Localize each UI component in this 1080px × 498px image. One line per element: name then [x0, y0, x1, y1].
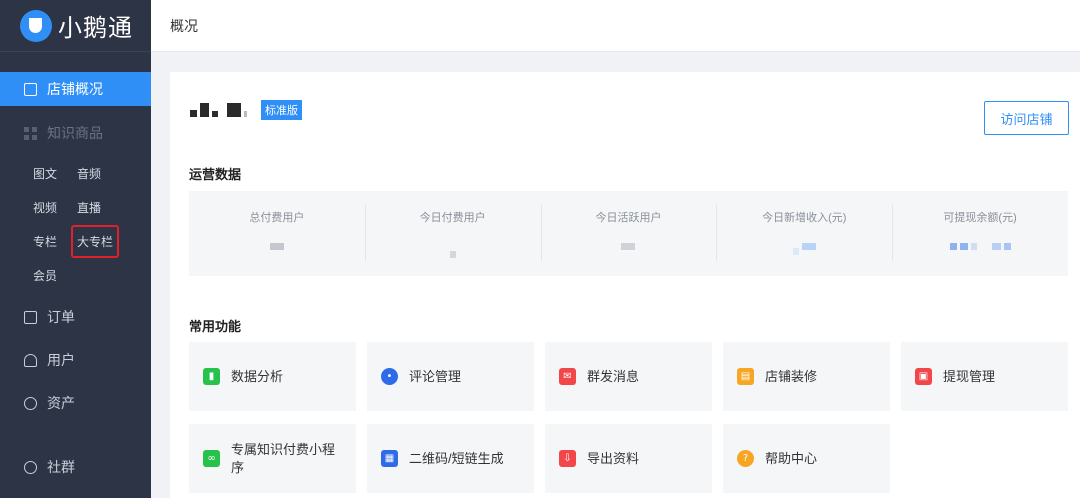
- stat-today-revenue: 今日新增收入(元): [716, 191, 892, 276]
- sub-row: 图文 音频: [0, 156, 151, 190]
- stat-today-active-users: 今日活跃用户: [540, 191, 717, 276]
- sidebar-item-community[interactable]: 社群: [0, 450, 151, 484]
- tile-label: 帮助中心: [765, 450, 818, 466]
- stats-panel: 总付费用户 今日付费用户 今日活跃用户 今日新增收入(元) 可提现余额(元): [189, 191, 1068, 276]
- grid-icon: [24, 126, 37, 140]
- tile-label: 店铺装修: [765, 368, 818, 384]
- tile-label: 专属知识付费小程序: [231, 441, 336, 475]
- sidebar: 小鹅通 店铺概况 知识商品 图文 音频 视频 直播 专栏 大专栏 会员 订单 用…: [0, 0, 151, 498]
- sub-row: 视频 直播: [0, 190, 151, 224]
- version-badge: 标准版: [261, 100, 302, 120]
- tile-label: 群发消息: [587, 368, 640, 384]
- sidebar-item-orders[interactable]: 订单: [0, 300, 151, 334]
- tile-mini-program[interactable]: ∞ 专属知识付费小程序: [189, 424, 356, 493]
- tile-help-center[interactable]: ? 帮助中心: [723, 424, 890, 493]
- comment-icon: •: [381, 368, 398, 385]
- sidebar-subitem-article[interactable]: 图文: [33, 165, 77, 182]
- sidebar-item-label: 资产: [47, 395, 75, 411]
- yuan-icon: [24, 396, 37, 410]
- top-bar: 概况: [151, 0, 1080, 52]
- tile-data-analysis[interactable]: ▮ 数据分析: [189, 342, 356, 411]
- tile-withdraw-management[interactable]: ▣ 提现管理: [901, 342, 1068, 411]
- qrcode-icon: ▦: [381, 450, 398, 467]
- stat-value-blurred: [269, 243, 284, 251]
- user-icon: [24, 353, 37, 367]
- sidebar-item-label: 用户: [47, 352, 75, 368]
- sidebar-item-assets[interactable]: 资产: [0, 386, 151, 420]
- stat-value-blurred: [449, 251, 456, 259]
- stat-value-blurred: [792, 243, 816, 255]
- stat-today-paid-users: 今日付费用户: [364, 191, 541, 276]
- sidebar-subitem-audio[interactable]: 音频: [77, 165, 121, 182]
- tile-store-decoration[interactable]: ▤ 店铺装修: [723, 342, 890, 411]
- stat-withdrawable-balance: 可提现余额(元): [892, 191, 1068, 276]
- stat-label: 今日活跃用户: [595, 212, 662, 224]
- export-icon: ⇩: [559, 450, 576, 467]
- sidebar-nav: 店铺概况 知识商品 图文 音频 视频 直播 专栏 大专栏 会员 订单 用户 资产…: [0, 72, 151, 484]
- chart-bar-icon: ▮: [203, 368, 220, 385]
- sidebar-item-users[interactable]: 用户: [0, 343, 151, 377]
- sidebar-item-knowledge-products[interactable]: 知识商品: [0, 116, 151, 150]
- sidebar-item-label: 知识商品: [47, 125, 103, 141]
- operations-title: 运营数据: [189, 167, 242, 182]
- sidebar-subitem-live[interactable]: 直播: [77, 199, 121, 216]
- tile-label: 数据分析: [231, 368, 284, 384]
- sidebar-subitem-big-column[interactable]: 大专栏: [71, 224, 120, 258]
- sidebar-item-label: 社群: [47, 459, 75, 475]
- sidebar-item-label: 订单: [47, 309, 75, 325]
- stat-value-blurred: [621, 243, 636, 251]
- community-icon: [24, 460, 37, 474]
- tile-comment-management[interactable]: • 评论管理: [367, 342, 534, 411]
- sub-row: 专栏 大专栏: [0, 224, 151, 258]
- chart-icon: [24, 82, 37, 96]
- miniprogram-icon: ∞: [203, 450, 220, 467]
- document-icon: [24, 310, 37, 324]
- sidebar-subitem-video[interactable]: 视频: [33, 199, 77, 216]
- help-icon: ?: [737, 450, 754, 467]
- tile-label: 提现管理: [943, 368, 996, 384]
- tile-export-data[interactable]: ⇩ 导出资料: [545, 424, 712, 493]
- tile-label: 二维码/短链生成: [409, 450, 504, 466]
- logo-text: 小鹅通: [58, 15, 133, 42]
- shop-header: 标准版: [190, 100, 302, 120]
- mail-icon: ✉: [559, 368, 576, 385]
- tile-label: 评论管理: [409, 368, 462, 384]
- stat-label: 今日新增收入(元): [762, 212, 847, 224]
- stat-label: 可提现余额(元): [943, 212, 1017, 224]
- stat-label: 总付费用户: [249, 212, 305, 224]
- functions-title: 常用功能: [189, 319, 242, 334]
- sidebar-item-label: 店铺概况: [47, 81, 103, 97]
- tile-qrcode-shortlink[interactable]: ▦ 二维码/短链生成: [367, 424, 534, 493]
- store-icon: ▤: [737, 368, 754, 385]
- goose-logo-icon: [20, 9, 52, 42]
- stat-value-blurred: [949, 243, 1011, 251]
- page-title: 概况: [170, 17, 198, 34]
- sub-row: 会员: [0, 258, 151, 292]
- tile-broadcast-message[interactable]: ✉ 群发消息: [545, 342, 712, 411]
- shop-name-pixelated: [190, 103, 247, 117]
- overview-card: 标准版 访问店铺 运营数据 总付费用户 今日付费用户 今日活跃用户 今日新增收入…: [170, 72, 1080, 498]
- stat-total-paid-users: 总付费用户: [189, 191, 365, 276]
- sidebar-subitem-membership[interactable]: 会员: [33, 267, 77, 284]
- sidebar-item-shop-overview[interactable]: 店铺概况: [0, 72, 151, 106]
- logo[interactable]: 小鹅通: [0, 0, 151, 52]
- visit-shop-button[interactable]: 访问店铺: [984, 101, 1069, 135]
- withdraw-icon: ▣: [915, 368, 932, 385]
- stat-label: 今日付费用户: [419, 212, 486, 224]
- tile-label: 导出资料: [587, 450, 640, 466]
